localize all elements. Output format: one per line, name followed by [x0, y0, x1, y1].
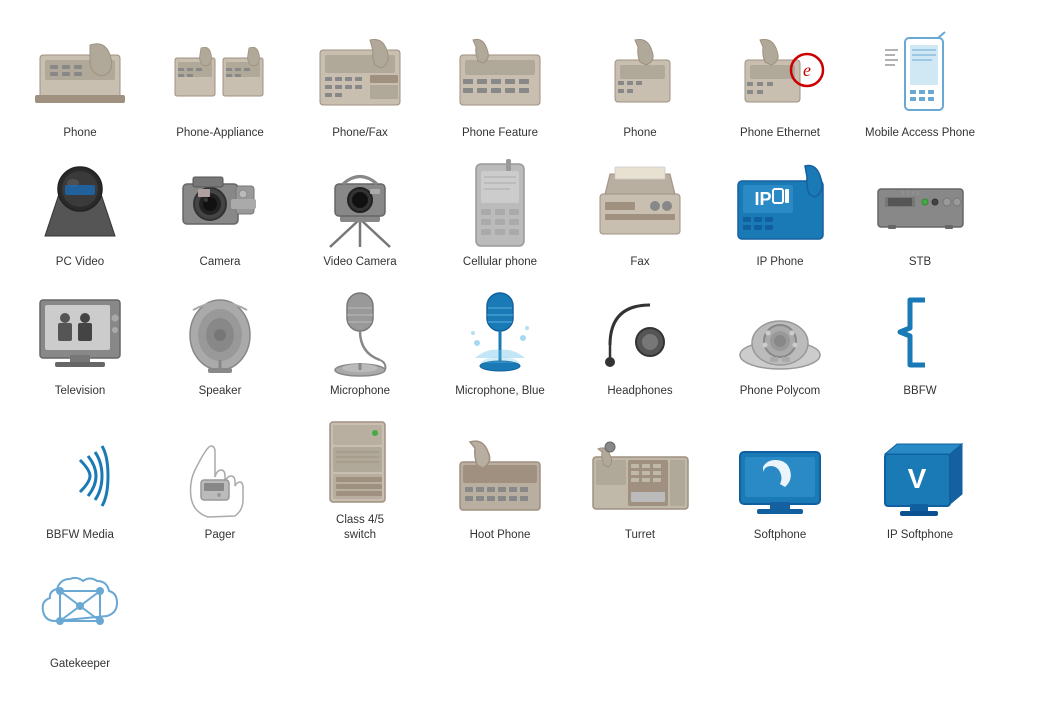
item-gatekeeper[interactable]: Gatekeeper	[10, 551, 150, 680]
item-cellular-phone[interactable]: Cellular phone	[430, 149, 570, 278]
label-phone: Phone	[63, 126, 96, 141]
label-phone-feature: Phone Feature	[462, 126, 538, 141]
label-phone-ethernet: Phone Ethernet	[740, 126, 820, 141]
icon-fax	[590, 159, 690, 249]
icon-phone-ethernet: e	[730, 30, 830, 120]
icon-cellular-phone	[450, 159, 550, 249]
item-stb[interactable]: STB	[850, 149, 990, 278]
label-pager: Pager	[205, 528, 236, 543]
item-phone[interactable]: Phone	[10, 20, 150, 149]
label-ip-phone: IP Phone	[756, 255, 803, 270]
label-ip-softphone: IP Softphone	[887, 528, 953, 543]
item-ip-softphone[interactable]: V IP Softphone	[850, 407, 990, 551]
item-phone-appliance[interactable]: Phone-Appliance	[150, 20, 290, 149]
item-hoot-phone[interactable]: Hoot Phone	[430, 407, 570, 551]
label-speaker: Speaker	[199, 384, 242, 399]
icon-television	[30, 288, 130, 378]
item-headphones[interactable]: Headphones	[570, 278, 710, 407]
icon-mobile-access-phone	[870, 30, 970, 120]
item-pager[interactable]: Pager	[150, 407, 290, 551]
item-phone-ethernet[interactable]: e Phone Ethernet	[710, 20, 850, 149]
label-gatekeeper: Gatekeeper	[50, 657, 110, 672]
label-video-camera: Video Camera	[323, 255, 396, 270]
svg-text:e: e	[803, 60, 811, 80]
icon-pc-video	[30, 159, 130, 249]
label-television: Television	[55, 384, 106, 399]
icon-phone-appliance	[170, 30, 270, 120]
icon-class-switch	[310, 417, 410, 507]
item-television[interactable]: Television	[10, 278, 150, 407]
label-pc-video: PC Video	[56, 255, 104, 270]
item-ip-phone[interactable]: IP IP Phone	[710, 149, 850, 278]
icon-ip-softphone: V	[870, 432, 970, 522]
item-turret[interactable]: Turret	[570, 407, 710, 551]
label-bbfw-media: BBFW Media	[46, 528, 114, 543]
label-class-switch: Class 4/5 switch	[336, 513, 384, 543]
item-class-switch[interactable]: Class 4/5 switch	[290, 407, 430, 551]
item-video-camera[interactable]: Video Camera	[290, 149, 430, 278]
label-phone-fax: Phone/Fax	[332, 126, 388, 141]
label-turret: Turret	[625, 528, 655, 543]
icon-softphone	[730, 432, 830, 522]
label-phone2: Phone	[623, 126, 656, 141]
item-camera[interactable]: Camera	[150, 149, 290, 278]
icon-microphone-blue	[450, 288, 550, 378]
item-speaker[interactable]: Speaker	[150, 278, 290, 407]
icon-phone	[30, 30, 130, 120]
icon-pager	[170, 432, 270, 522]
label-softphone: Softphone	[754, 528, 806, 543]
item-phone2[interactable]: Phone	[570, 20, 710, 149]
icon-microphone	[310, 288, 410, 378]
label-phone-appliance: Phone-Appliance	[176, 126, 264, 141]
icon-headphones	[590, 288, 690, 378]
icon-phone-fax	[310, 30, 410, 120]
icon-stb	[870, 159, 970, 249]
label-microphone: Microphone	[330, 384, 390, 399]
label-hoot-phone: Hoot Phone	[470, 528, 531, 543]
icon-camera	[170, 159, 270, 249]
item-bbfw[interactable]: BBFW	[850, 278, 990, 407]
icon-bbfw	[870, 288, 970, 378]
item-pc-video[interactable]: PC Video	[10, 149, 150, 278]
svg-text:IP: IP	[754, 189, 771, 209]
icon-phone-feature	[450, 30, 550, 120]
label-microphone-blue: Microphone, Blue	[455, 384, 545, 399]
label-stb: STB	[909, 255, 931, 270]
icon-speaker	[170, 288, 270, 378]
icon-phone2	[590, 30, 690, 120]
label-bbfw: BBFW	[903, 384, 936, 399]
icon-turret	[590, 432, 690, 522]
svg-text:V: V	[908, 463, 927, 494]
label-mobile-access-phone: Mobile Access Phone	[865, 126, 975, 141]
icon-bbfw-media	[30, 432, 130, 522]
label-fax: Fax	[630, 255, 649, 270]
item-fax[interactable]: Fax	[570, 149, 710, 278]
item-mobile-access-phone[interactable]: Mobile Access Phone	[850, 20, 990, 149]
icon-video-camera	[310, 159, 410, 249]
icon-gatekeeper	[30, 561, 130, 651]
label-headphones: Headphones	[607, 384, 672, 399]
label-cellular-phone: Cellular phone	[463, 255, 537, 270]
label-camera: Camera	[200, 255, 241, 270]
item-phone-polycom[interactable]: Phone Polycom	[710, 278, 850, 407]
icon-phone-polycom	[730, 288, 830, 378]
icon-grid: Phone	[0, 0, 1048, 700]
item-phone-feature[interactable]: Phone Feature	[430, 20, 570, 149]
icon-hoot-phone	[450, 432, 550, 522]
icon-ip-phone: IP	[730, 159, 830, 249]
item-microphone-blue[interactable]: Microphone, Blue	[430, 278, 570, 407]
item-bbfw-media[interactable]: BBFW Media	[10, 407, 150, 551]
label-phone-polycom: Phone Polycom	[740, 384, 821, 399]
item-microphone[interactable]: Microphone	[290, 278, 430, 407]
item-softphone[interactable]: Softphone	[710, 407, 850, 551]
item-phone-fax[interactable]: Phone/Fax	[290, 20, 430, 149]
